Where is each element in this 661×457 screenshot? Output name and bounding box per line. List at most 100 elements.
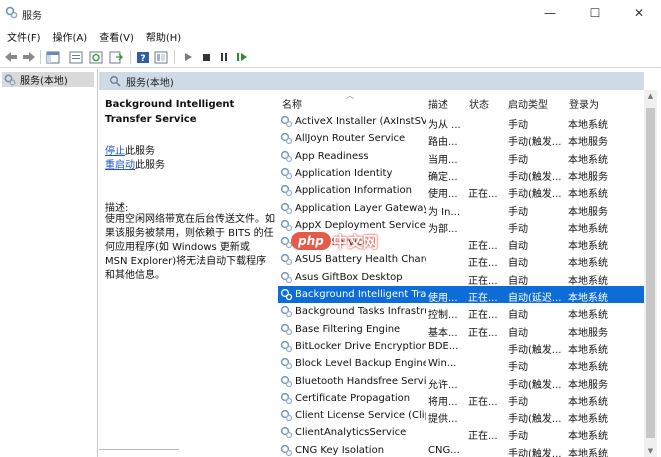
service-startup-type: 自动 <box>508 258 528 270</box>
service-startup-type: 手动 <box>508 431 528 443</box>
watermark-badge: php <box>291 232 331 250</box>
play-icon[interactable] <box>180 49 196 65</box>
table-row[interactable]: Block Level Backup Engine ...Win... 手动 本地系… <box>278 355 644 373</box>
view-icon[interactable] <box>153 49 169 65</box>
table-row[interactable]: Background Tasks Infrastru... 控制... 正在... 自… <box>278 303 644 322</box>
menu-action[interactable]: 操作(A) <box>46 27 93 45</box>
service-gear-icon <box>280 392 293 404</box>
service-description: Win... <box>428 358 457 370</box>
column-header-log-on-as[interactable]: 登录为 <box>569 96 599 111</box>
menu-file[interactable]: 文件(F) <box>0 27 46 45</box>
table-row[interactable]: AllJoyn Router Service 路由... 手动(触发... 本地服务 <box>278 130 644 148</box>
tree-item-services-local[interactable]: 服务(本地) <box>2 72 94 87</box>
table-row[interactable]: BitLocker Drive Encryption ...BDE... 手动(触… <box>278 338 644 356</box>
title-bar: 服务 — ☐ ✕ <box>0 0 661 26</box>
service-startup-type: 自动 <box>508 310 528 322</box>
minimize-button[interactable]: — <box>528 0 572 26</box>
service-name: AllJoyn Router Service <box>295 133 406 145</box>
table-row[interactable]: Client License Service (Clip... 提供... 手动(触… <box>278 407 644 425</box>
service-description: 确定... <box>428 171 458 183</box>
table-row[interactable]: Bluetooth Handsfree Service 允许... 手动(触发...… <box>278 373 644 391</box>
maximize-button[interactable]: ☐ <box>573 0 617 26</box>
pane-header: 服务(本地) <box>99 72 644 90</box>
restart-icon[interactable] <box>234 49 250 65</box>
service-log-on-as: 本地系统 <box>568 154 608 166</box>
column-header-description[interactable]: 描述 <box>428 96 448 111</box>
service-name: Base Filtering Engine <box>295 323 401 335</box>
service-log-on-as: 本地系统 <box>568 396 608 408</box>
service-gear-icon <box>280 167 293 180</box>
back-arrow-icon[interactable] <box>3 49 19 65</box>
restart-link[interactable]: 重启动 <box>105 160 135 171</box>
column-header-startup-type[interactable]: 启动类型 <box>508 96 548 111</box>
table-row[interactable]: ASUS Battery Health Charg... 正在... 自动 本地系统 <box>278 251 644 270</box>
service-log-on-as: 本地系统 <box>568 310 608 322</box>
service-description: 基本... <box>428 327 458 339</box>
service-gear-icon <box>280 115 293 128</box>
service-log-on-as: 本地系统 <box>568 275 608 287</box>
service-gear-icon <box>280 271 293 283</box>
help-icon[interactable]: ? <box>135 49 151 65</box>
service-status: 正在... <box>468 275 498 287</box>
service-name: Background Intelligent Tra... <box>295 289 426 300</box>
service-name: Client License Service (Clip... <box>295 410 426 422</box>
service-log-on-as: 本地系统 <box>568 293 608 304</box>
stop-icon[interactable] <box>198 49 214 65</box>
service-startup-type: 手动 <box>508 206 528 218</box>
service-status: 正在... <box>468 431 498 443</box>
service-description: 为部... <box>428 223 458 235</box>
column-header-name[interactable]: 名称 <box>282 96 302 111</box>
export-icon[interactable] <box>108 49 124 65</box>
table-row[interactable]: Background Intelligent Tra... 使用... 正在... 自… <box>278 286 644 304</box>
service-name: Application Identity <box>295 167 393 179</box>
table-row[interactable]: Application Identity 确定... 手动(触发... 本地服务 <box>278 165 644 183</box>
service-startup-type: 手动(触发... <box>508 344 562 356</box>
table-row[interactable]: Base Filtering Engine 基本... 正在... 自动 本地服务 <box>278 321 644 339</box>
service-description: 将用... <box>428 396 458 408</box>
service-name: ActiveX Installer (AxInstSV) <box>295 116 426 127</box>
table-row[interactable]: Application Information 使用... 正在... 手动(触发..… <box>278 182 644 201</box>
table-row[interactable]: ActiveX Installer (AxInstSV) 为从 ... 手动 本地系统 <box>278 113 644 131</box>
service-log-on-as: 本地服务 <box>568 379 608 391</box>
service-log-on-as: 本地系统 <box>568 189 608 201</box>
service-description: BDE... <box>428 340 459 352</box>
column-header-status[interactable]: 状态 <box>469 96 489 111</box>
properties-icon[interactable] <box>68 49 84 65</box>
table-row[interactable]: CNG Key Isolation CNG... 手动(触发... 本地系统 <box>278 442 644 457</box>
service-log-on-as: 本地系统 <box>568 448 608 457</box>
search-icon <box>110 76 121 87</box>
service-gear-icon <box>280 375 293 387</box>
services-gear-icon <box>5 6 18 19</box>
table-row[interactable]: Certificate Propagation 将用... 正在... 手动 本地系统 <box>278 390 644 408</box>
service-description: 为从 ... <box>428 120 461 131</box>
menu-view[interactable]: 查看(V) <box>92 27 139 45</box>
table-row[interactable]: App Readiness 当用... 手动 本地系统 <box>278 148 644 166</box>
svg-text:?: ? <box>140 54 145 64</box>
scroll-thumb[interactable] <box>646 108 655 438</box>
services-gear-icon <box>4 74 16 86</box>
service-log-on-as: 本地服务 <box>568 171 608 183</box>
restart-service-action: 重启动此服务 <box>105 156 165 171</box>
service-name: Certificate Propagation <box>295 392 411 404</box>
refresh-icon[interactable] <box>88 49 104 65</box>
close-button[interactable]: ✕ <box>617 0 661 26</box>
vertical-scrollbar[interactable]: ▲ ▼ <box>644 90 657 457</box>
table-row[interactable]: ClientAnalyticsService 正在... 手动 本地系统 <box>278 424 644 443</box>
forward-arrow-icon[interactable] <box>21 49 37 65</box>
console-tree-icon[interactable] <box>45 49 61 65</box>
scroll-up-icon[interactable]: ▲ <box>644 90 657 102</box>
service-name: Application Layer Gateway ... <box>295 202 426 214</box>
watermark: php 中文网 <box>291 230 378 252</box>
service-status: 正在... <box>468 293 498 304</box>
menu-help[interactable]: 帮助(H) <box>139 27 186 45</box>
restart-link-suffix: 此服务 <box>135 160 165 171</box>
service-startup-type: 手动 <box>508 154 528 166</box>
service-gear-icon <box>280 306 293 318</box>
pause-icon[interactable] <box>216 49 232 65</box>
service-gear-icon <box>280 427 293 439</box>
scroll-down-icon[interactable]: ▼ <box>644 445 657 457</box>
table-row[interactable]: Application Layer Gateway ...为 In... 手动 本地… <box>278 200 644 218</box>
service-status: 正在... <box>468 310 498 322</box>
service-title: Background Intelligent Transfer Service <box>105 99 235 125</box>
table-row[interactable]: Asus GiftBox Desktop 正在... 自动 本地系统 <box>278 269 644 287</box>
